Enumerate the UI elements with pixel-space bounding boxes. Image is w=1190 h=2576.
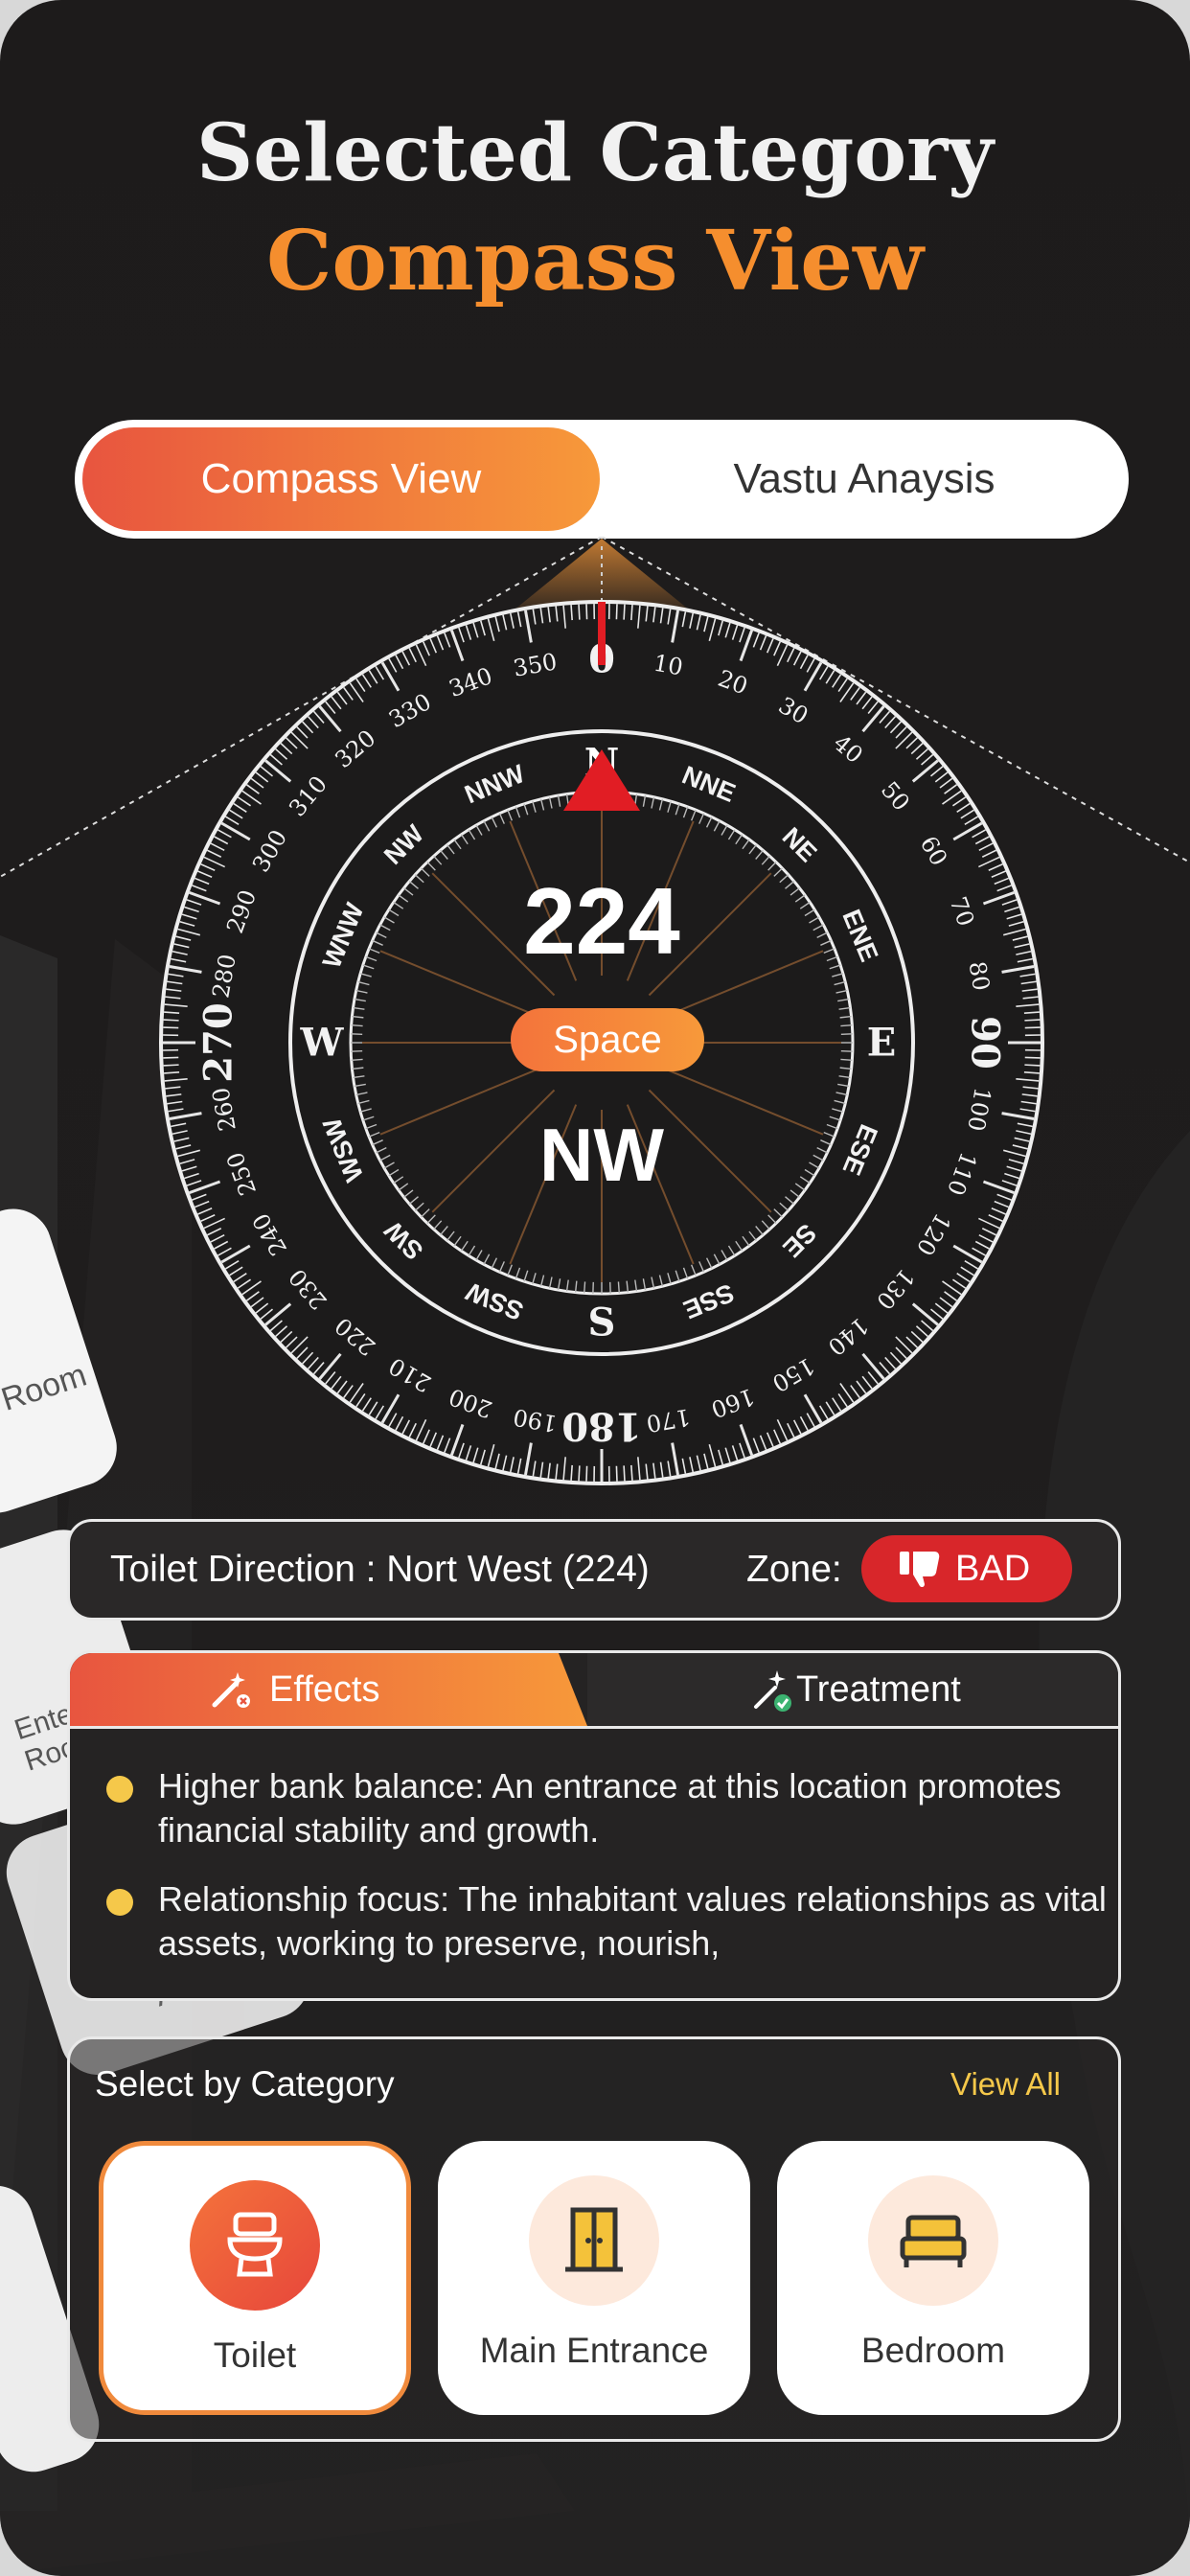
bullet-icon xyxy=(106,1889,133,1916)
inner-tick xyxy=(584,1281,586,1294)
compass-tick xyxy=(570,1464,573,1481)
category-card: Select by Category View All Toilet Main … xyxy=(67,2036,1121,2442)
direction-card: Toilet Direction : Nort West (224) Zone:… xyxy=(67,1519,1121,1621)
sparkle-check-icon xyxy=(754,1670,791,1712)
category-tile-bedroom[interactable]: Bedroom xyxy=(777,2141,1089,2415)
inner-tick xyxy=(617,1281,620,1294)
compass-tick xyxy=(630,605,633,621)
direction-reading: NW xyxy=(539,1113,664,1197)
compass-tick xyxy=(623,604,626,620)
compass-tick xyxy=(1024,1064,1041,1067)
cardinal-label: E xyxy=(867,1021,897,1066)
tab-vastu-analysis[interactable]: Vastu Anaysis xyxy=(615,427,1113,531)
compass-tick xyxy=(164,1011,180,1014)
bullet-icon xyxy=(106,1776,133,1803)
category-icon-circle xyxy=(529,2175,659,2306)
compass-tick xyxy=(164,1071,180,1074)
compass-tick xyxy=(1024,1019,1041,1022)
inner-tick xyxy=(351,1024,363,1027)
cardinal-label: W xyxy=(300,1021,345,1066)
zone-pill: Space xyxy=(511,1008,704,1071)
inner-tick xyxy=(840,1024,853,1027)
compass-tick xyxy=(615,1465,618,1482)
category-label: Toilet xyxy=(213,2335,297,2375)
compass-needle xyxy=(598,602,606,665)
category-title: Select by Category xyxy=(95,2064,395,2104)
compass-tick xyxy=(578,1465,581,1482)
tab-compass-view[interactable]: Compass View xyxy=(82,427,600,531)
inner-tick xyxy=(840,1058,853,1061)
degree-label: 180 xyxy=(561,1404,642,1449)
toilet-icon xyxy=(227,2212,283,2277)
cardinal-label: S xyxy=(588,1300,616,1346)
view-segmented-control: Compass View Vastu Anaysis xyxy=(75,420,1129,539)
tab-treatment-label: Treatment xyxy=(796,1669,961,1710)
compass-tick xyxy=(615,604,618,620)
compass-tick xyxy=(578,604,581,620)
thumbs-down-icon xyxy=(900,1552,940,1588)
compass-tick xyxy=(570,605,573,621)
zone-label: Zone: xyxy=(746,1549,842,1590)
compass-tick xyxy=(163,1026,179,1029)
degree-label: 80 xyxy=(963,959,995,993)
compass-tick xyxy=(585,604,588,620)
zone-status-badge: BAD xyxy=(861,1535,1072,1602)
page-title: Selected Category xyxy=(196,107,994,199)
bed-icon xyxy=(900,2215,967,2267)
page-subtitle: Compass View xyxy=(265,213,925,310)
view-all-link[interactable]: View All xyxy=(950,2066,1061,2103)
category-label: Main Entrance xyxy=(479,2331,709,2370)
category-tile-main-entrance[interactable]: Main Entrance xyxy=(438,2141,750,2415)
tab-divider xyxy=(70,1726,1118,1729)
degree-reading: 224 xyxy=(523,868,680,974)
compass-tick xyxy=(1023,1011,1040,1014)
magic-wand-icon xyxy=(212,1672,250,1708)
degree-label: 90 xyxy=(963,1016,1008,1070)
compass-tick xyxy=(163,1019,179,1022)
compass-tick xyxy=(163,1064,179,1067)
compass-tick xyxy=(1023,1071,1040,1074)
degree-label: 10 xyxy=(652,650,685,681)
zone-status-text: BAD xyxy=(955,1549,1031,1589)
compass-tick xyxy=(1024,1026,1041,1029)
toilet-direction-text: Toilet Direction : Nort West (224) xyxy=(110,1549,650,1590)
effects-card: Effects Treatment Higher bank balance: A… xyxy=(67,1650,1121,2001)
compass-tick xyxy=(585,1465,588,1482)
category-icon-circle xyxy=(190,2180,320,2311)
compass-tick xyxy=(163,1056,179,1059)
effect-text: Higher bank balance: An entrance at this… xyxy=(158,1766,1062,1850)
compass-tick xyxy=(1024,1056,1041,1059)
tab-effects[interactable]: Effects xyxy=(70,1653,587,1726)
effect-text: Relationship focus: The inhabitant value… xyxy=(158,1879,1107,1963)
category-label: Bedroom xyxy=(860,2331,1006,2370)
category-tile-toilet[interactable]: Toilet xyxy=(99,2141,411,2415)
tab-effects-label: Effects xyxy=(269,1669,380,1710)
compass-tick xyxy=(623,1465,626,1482)
inner-tick xyxy=(351,1058,363,1061)
door-icon xyxy=(565,2207,623,2272)
category-icon-circle xyxy=(868,2175,998,2306)
degree-label: 270 xyxy=(196,1002,241,1083)
compass-tick xyxy=(630,1464,633,1481)
app-screen: Room Entertainment Room AC Selected Cate… xyxy=(0,0,1190,2576)
tab-treatment[interactable]: Treatment xyxy=(587,1653,1118,1726)
